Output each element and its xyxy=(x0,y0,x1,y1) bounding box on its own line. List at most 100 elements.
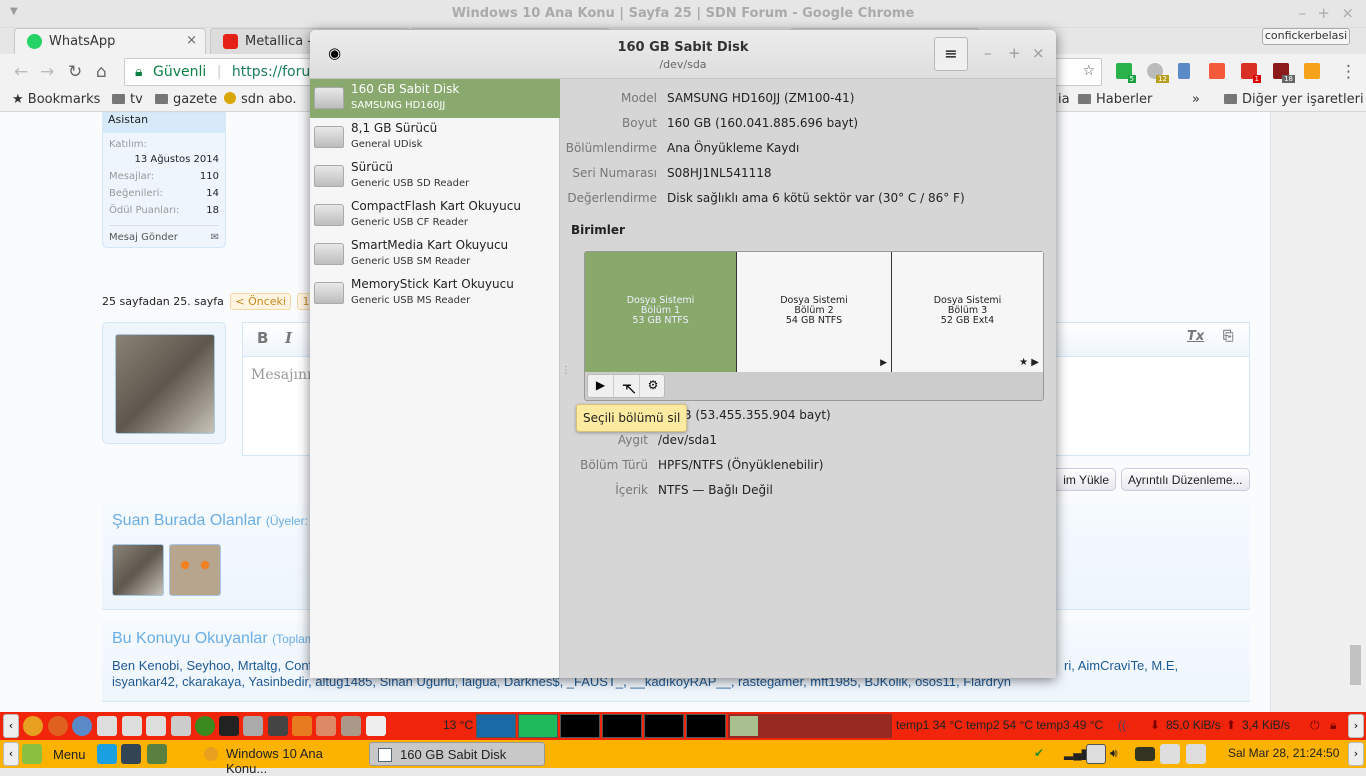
shield-check-icon[interactable]: ✔ xyxy=(1034,746,1044,760)
advanced-edit-button[interactable]: Ayrıntılı Düzenleme... xyxy=(1121,468,1250,491)
pane-handle[interactable]: ⋮ xyxy=(561,365,571,376)
close-tab-icon[interactable]: × xyxy=(186,33,197,48)
bookmarks-overflow[interactable]: » xyxy=(1192,92,1200,107)
gimp-icon[interactable] xyxy=(341,716,361,736)
menu-button[interactable]: Menu xyxy=(53,747,86,762)
close-button[interactable]: × xyxy=(1341,4,1354,22)
minimize-button[interactable]: – xyxy=(984,44,992,62)
tab-whatsapp[interactable]: WhatsApp × xyxy=(14,28,206,54)
usb-drive-icon xyxy=(314,165,344,187)
clock[interactable]: Sal Mar 28, 21:24:50 xyxy=(1228,746,1339,760)
other-bookmarks[interactable]: Diğer yer işaretleri xyxy=(1224,92,1364,107)
spotify-icon[interactable] xyxy=(195,716,215,736)
bold-button[interactable]: B xyxy=(257,329,268,347)
drive-item[interactable]: MemoryStick Kart Okuyucu Generic USB MS R… xyxy=(310,274,560,313)
ublock-icon[interactable]: 18 xyxy=(1273,63,1295,83)
more-menu-icon[interactable]: ⋮ xyxy=(1340,62,1357,82)
bookmark-folder-haberler[interactable]: Haberler xyxy=(1078,92,1152,107)
chrome-launcher-icon[interactable] xyxy=(23,716,43,736)
scrollbar-thumb[interactable] xyxy=(1350,645,1361,685)
app-launcher-icon[interactable] xyxy=(121,744,141,764)
partition-2[interactable]: Dosya Sistemi Bölüm 2 54 GB NTFS ▶ xyxy=(737,252,892,372)
maximize-button[interactable]: + xyxy=(1317,4,1330,22)
drive-item[interactable]: SmartMedia Kart Okuyucu Generic USB SM Re… xyxy=(310,235,560,274)
usb-icon[interactable] xyxy=(146,716,166,736)
drive-item[interactable]: 160 GB Sabit Disk SAMSUNG HD160JJ xyxy=(310,79,560,118)
drive-icon[interactable] xyxy=(1160,744,1180,764)
mount-button[interactable]: ▶ xyxy=(588,375,614,397)
drive-item[interactable]: 8,1 GB Sürücü General UDisk xyxy=(310,118,560,157)
bookmark-folder-gazete[interactable]: gazete xyxy=(155,92,217,107)
usb-icon[interactable] xyxy=(122,716,142,736)
system-monitor-icon[interactable] xyxy=(243,716,263,736)
lock-screen-icon[interactable]: 🔒︎ xyxy=(1330,718,1336,733)
download-arrow-icon: ⬇ xyxy=(1150,718,1161,732)
volume-icon[interactable]: 🔊︎ xyxy=(1110,746,1118,761)
task-disks[interactable]: 160 GB Sabit Disk xyxy=(369,742,545,766)
menu-button[interactable]: ≡ xyxy=(934,37,968,71)
bookmark-folder-tv[interactable]: tv xyxy=(112,92,143,107)
show-desktop-icon[interactable] xyxy=(147,744,167,764)
previous-page-button[interactable]: < Önceki xyxy=(230,293,291,310)
terminal-icon[interactable] xyxy=(219,716,239,736)
forward-icon[interactable]: → xyxy=(40,62,54,82)
drive-icon[interactable] xyxy=(1186,744,1206,764)
home-icon[interactable]: ⌂ xyxy=(96,62,107,82)
partition-3[interactable]: Dosya Sistemi Bölüm 3 52 GB Ext4 ★ ▶ xyxy=(892,252,1043,372)
reload-icon[interactable]: ↻ xyxy=(68,62,82,82)
italic-button[interactable]: I xyxy=(285,329,292,347)
wifi-icon[interactable]: ((· xyxy=(1118,718,1130,732)
extension-icon[interactable]: 5 xyxy=(1116,63,1136,83)
bookmarks-button[interactable]: ★ Bookmarks xyxy=(12,92,100,107)
display-icon[interactable] xyxy=(1086,744,1106,764)
panel-left-arrow[interactable]: ‹ xyxy=(3,714,19,738)
power-icon[interactable]: ⏻ xyxy=(1310,718,1320,733)
partition-1[interactable]: Dosya Sistemi Bölüm 1 53 GB NTFS xyxy=(585,252,737,372)
calculator-icon[interactable] xyxy=(171,716,191,736)
drive-item[interactable]: CompactFlash Kart Okuyucu Generic USB CF … xyxy=(310,196,560,235)
video-editor-icon[interactable] xyxy=(292,716,312,736)
back-icon[interactable]: ← xyxy=(14,62,28,82)
settings-gears-icon[interactable]: ⚙ xyxy=(640,375,666,397)
extension-icon[interactable] xyxy=(1304,63,1320,79)
battery-icon[interactable] xyxy=(1135,747,1155,761)
maximize-button[interactable]: + xyxy=(1008,44,1021,62)
plus-extension-icon[interactable] xyxy=(1209,63,1225,79)
bookmark-sdn[interactable]: sdn abo. xyxy=(224,92,296,107)
reader-names[interactable]: ri, AimCraviTe, M.E, xyxy=(1064,658,1178,674)
bookmark-star-icon[interactable]: ☆ xyxy=(1082,63,1095,79)
text-editor-icon[interactable] xyxy=(366,716,386,736)
remove-format-icon[interactable]: Tx xyxy=(1187,329,1204,344)
panel-left-arrow[interactable]: ‹ xyxy=(3,742,19,766)
viewer-avatar[interactable] xyxy=(112,544,164,596)
equalizer-icon[interactable] xyxy=(1178,63,1190,79)
info-value: S08HJ1NL541118 xyxy=(667,166,772,180)
chromium-launcher-icon[interactable] xyxy=(72,716,92,736)
drive-item[interactable]: Sürücü Generic USB SD Reader xyxy=(310,157,560,196)
mint-menu-icon[interactable] xyxy=(22,744,42,764)
video-player-icon[interactable] xyxy=(268,716,288,736)
image-viewer-icon[interactable] xyxy=(316,716,336,736)
panel-right-arrow[interactable]: › xyxy=(1348,714,1364,738)
skype-icon[interactable] xyxy=(97,744,117,764)
window-icon xyxy=(378,748,392,762)
disk-util-icon[interactable] xyxy=(97,716,117,736)
drive-model: Generic USB SM Reader xyxy=(351,256,471,267)
close-button[interactable]: × xyxy=(1032,44,1045,62)
profile-button[interactable]: confickerbelasi xyxy=(1262,28,1350,45)
bookmark-label[interactable]: ia xyxy=(1058,92,1070,107)
extension-icon[interactable]: 12 xyxy=(1147,63,1169,83)
gmail-icon[interactable]: 1 xyxy=(1241,63,1261,83)
reader-names[interactable]: Ben Kenobi, Seyhoo, Mrtaltg, Conf xyxy=(112,658,312,674)
avatar-box xyxy=(102,322,226,444)
joined-label: Katılım: xyxy=(109,139,147,150)
info-value: SAMSUNG HD160JJ (ZM100-41) xyxy=(667,91,855,105)
firefox-launcher-icon[interactable] xyxy=(48,716,68,736)
send-message-link[interactable]: Mesaj Gönder ✉ xyxy=(109,225,219,243)
viewer-avatar[interactable] xyxy=(169,544,221,596)
source-tools-icon[interactable]: ⎘ xyxy=(1223,329,1233,344)
task-chrome[interactable]: Windows 10 Ana Konu... xyxy=(196,742,361,776)
panel-right-arrow[interactable]: › xyxy=(1348,742,1364,766)
minimize-button[interactable]: – xyxy=(1299,4,1307,22)
workspace-switcher[interactable] xyxy=(728,714,892,738)
